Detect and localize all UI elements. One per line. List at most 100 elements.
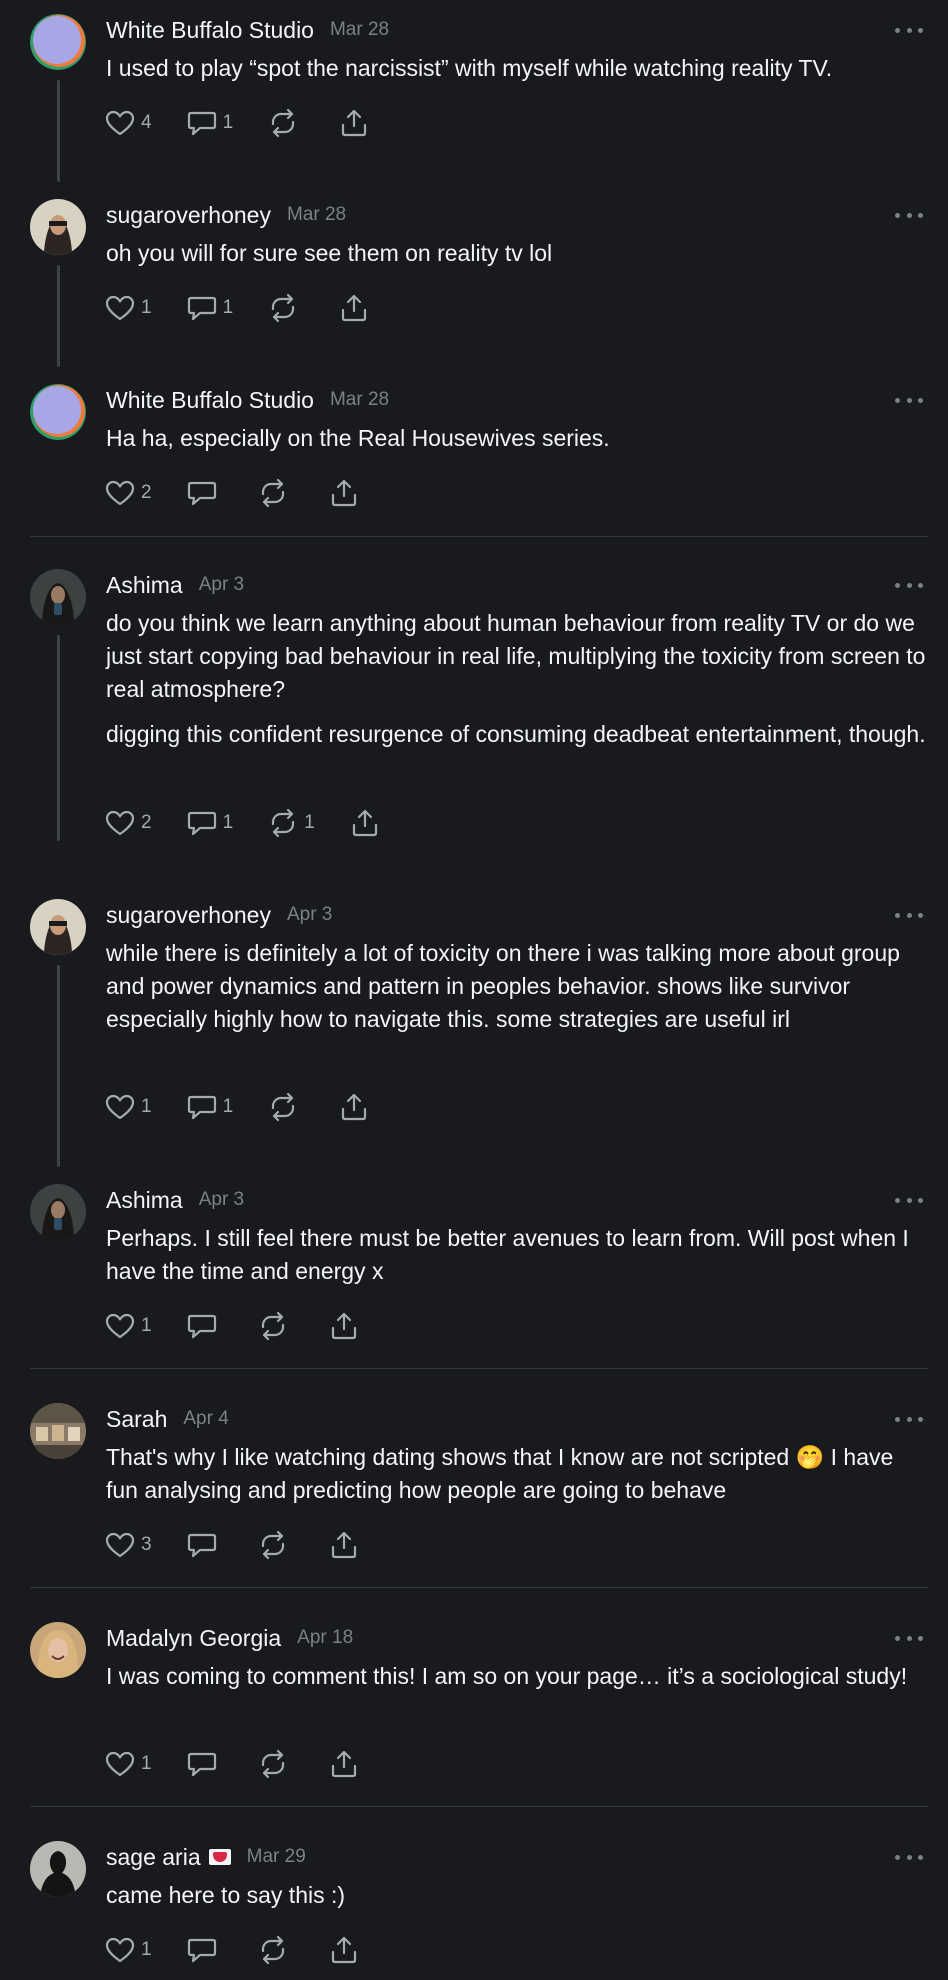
repost-icon bbox=[261, 1935, 284, 1965]
author-name[interactable]: sugaroverhoney bbox=[106, 202, 271, 229]
reply-count: 1 bbox=[222, 297, 234, 318]
heart-icon bbox=[105, 480, 135, 506]
avatar[interactable] bbox=[30, 899, 86, 955]
like-button[interactable]: 1 bbox=[104, 1091, 152, 1123]
thread-line bbox=[57, 80, 60, 182]
share-button[interactable] bbox=[328, 1310, 360, 1342]
share-button[interactable] bbox=[349, 807, 381, 839]
action-bar: 4 1 bbox=[104, 105, 404, 141]
more-options-icon[interactable] bbox=[895, 1184, 923, 1216]
comment-paragraph: Ha ha, especially on the Real Housewives… bbox=[106, 425, 610, 451]
repost-icon bbox=[261, 1311, 284, 1341]
more-options-icon[interactable] bbox=[895, 1403, 923, 1435]
action-bar: 1 1 bbox=[104, 290, 404, 326]
repost-button[interactable] bbox=[257, 1934, 294, 1966]
post-date: Apr 3 bbox=[286, 904, 333, 925]
share-button[interactable] bbox=[338, 1091, 370, 1123]
avatar[interactable] bbox=[30, 1841, 86, 1897]
share-button[interactable] bbox=[328, 1748, 360, 1780]
thread-line bbox=[57, 965, 60, 1167]
share-button[interactable] bbox=[328, 1529, 360, 1561]
repost-icon bbox=[272, 1092, 295, 1122]
reply-button[interactable]: 1 bbox=[186, 807, 233, 839]
comment-text: while there is definitely a lot of toxic… bbox=[106, 937, 926, 1036]
action-bar: 1 bbox=[104, 1308, 394, 1344]
share-button[interactable] bbox=[328, 477, 360, 509]
repost-button[interactable] bbox=[257, 1310, 294, 1342]
comment-text: That's why I like watching dating shows … bbox=[106, 1441, 926, 1507]
more-options-icon[interactable] bbox=[895, 899, 923, 931]
repost-button[interactable] bbox=[257, 1748, 294, 1780]
author-name[interactable]: White Buffalo Studio bbox=[106, 387, 314, 414]
comment-text: oh you will for sure see them on reality… bbox=[106, 237, 926, 270]
author-name[interactable]: Ashima bbox=[106, 1187, 183, 1214]
reply-button[interactable] bbox=[186, 1529, 223, 1561]
repost-count: 1 bbox=[304, 812, 315, 833]
more-options-icon[interactable] bbox=[895, 569, 923, 601]
author-name[interactable]: Ashima bbox=[106, 572, 183, 599]
reply-button[interactable] bbox=[186, 1934, 223, 1966]
repost-icon bbox=[261, 1749, 284, 1779]
reply-button[interactable] bbox=[186, 1310, 223, 1342]
thread-line bbox=[57, 265, 60, 367]
comment-text: I used to play “spot the narcissist” wit… bbox=[106, 52, 926, 85]
like-button[interactable]: 3 bbox=[104, 1529, 152, 1561]
avatar[interactable] bbox=[30, 569, 86, 625]
repost-icon bbox=[272, 108, 295, 138]
like-button[interactable]: 1 bbox=[104, 1748, 152, 1780]
more-options-icon[interactable] bbox=[895, 1841, 923, 1873]
comment-paragraph: I used to play “spot the narcissist” wit… bbox=[106, 55, 833, 81]
like-button[interactable]: 1 bbox=[104, 292, 152, 324]
like-button[interactable]: 1 bbox=[104, 1934, 152, 1966]
avatar[interactable] bbox=[30, 199, 86, 255]
avatar-image bbox=[30, 1622, 86, 1678]
reply-button[interactable] bbox=[186, 477, 223, 509]
avatar[interactable] bbox=[30, 1184, 86, 1240]
repost-button[interactable]: 1 bbox=[267, 807, 315, 839]
repost-button[interactable] bbox=[267, 292, 304, 324]
like-button[interactable]: 4 bbox=[104, 107, 152, 139]
heart-icon bbox=[105, 1751, 135, 1777]
reply-button[interactable]: 1 bbox=[186, 292, 234, 324]
avatar-image bbox=[30, 384, 86, 440]
repost-icon bbox=[261, 478, 284, 508]
author-name[interactable]: sugaroverhoney bbox=[106, 902, 271, 929]
author-name[interactable]: White Buffalo Studio bbox=[106, 17, 314, 44]
author-name[interactable]: sage aria bbox=[106, 1844, 201, 1871]
share-button[interactable] bbox=[328, 1934, 360, 1966]
reply-button[interactable]: 1 bbox=[186, 1091, 233, 1123]
avatar-image bbox=[30, 1184, 86, 1240]
reply-button[interactable]: 1 bbox=[186, 107, 233, 139]
comment-bubble-icon bbox=[187, 296, 216, 321]
comment-text: do you think we learn anything about hum… bbox=[106, 607, 926, 751]
repost-button[interactable] bbox=[267, 1091, 304, 1123]
repost-button[interactable] bbox=[257, 1529, 294, 1561]
like-button[interactable]: 2 bbox=[104, 807, 152, 839]
more-options-icon[interactable] bbox=[895, 384, 923, 416]
share-button[interactable] bbox=[338, 292, 370, 324]
avatar[interactable] bbox=[30, 1403, 86, 1459]
repost-icon bbox=[272, 808, 295, 838]
more-options-icon[interactable] bbox=[895, 1622, 923, 1654]
reply-button[interactable] bbox=[186, 1748, 223, 1780]
like-button[interactable]: 1 bbox=[104, 1310, 152, 1342]
comment-text: Ha ha, especially on the Real Housewives… bbox=[106, 422, 926, 455]
more-options-icon[interactable] bbox=[895, 14, 923, 46]
thread-divider bbox=[30, 1587, 928, 1588]
repost-button[interactable] bbox=[257, 477, 294, 509]
more-options-icon[interactable] bbox=[895, 199, 923, 231]
avatar-image bbox=[30, 1841, 86, 1897]
comment-text: Perhaps. I still feel there must be bett… bbox=[106, 1222, 926, 1288]
author-name[interactable]: Sarah bbox=[106, 1406, 167, 1433]
like-button[interactable]: 2 bbox=[104, 477, 152, 509]
comment-bubble-icon bbox=[187, 1095, 216, 1120]
avatar[interactable] bbox=[30, 1622, 86, 1678]
author-name[interactable]: Madalyn Georgia bbox=[106, 1625, 281, 1652]
share-button[interactable] bbox=[338, 107, 370, 139]
comment: sage aria Mar 29 came here to say this :… bbox=[0, 1827, 948, 1980]
avatar[interactable] bbox=[30, 384, 86, 440]
avatar[interactable] bbox=[30, 14, 86, 70]
repost-button[interactable] bbox=[267, 107, 304, 139]
thread-line bbox=[57, 635, 60, 841]
comment-text: I was coming to comment this! I am so on… bbox=[106, 1660, 926, 1693]
